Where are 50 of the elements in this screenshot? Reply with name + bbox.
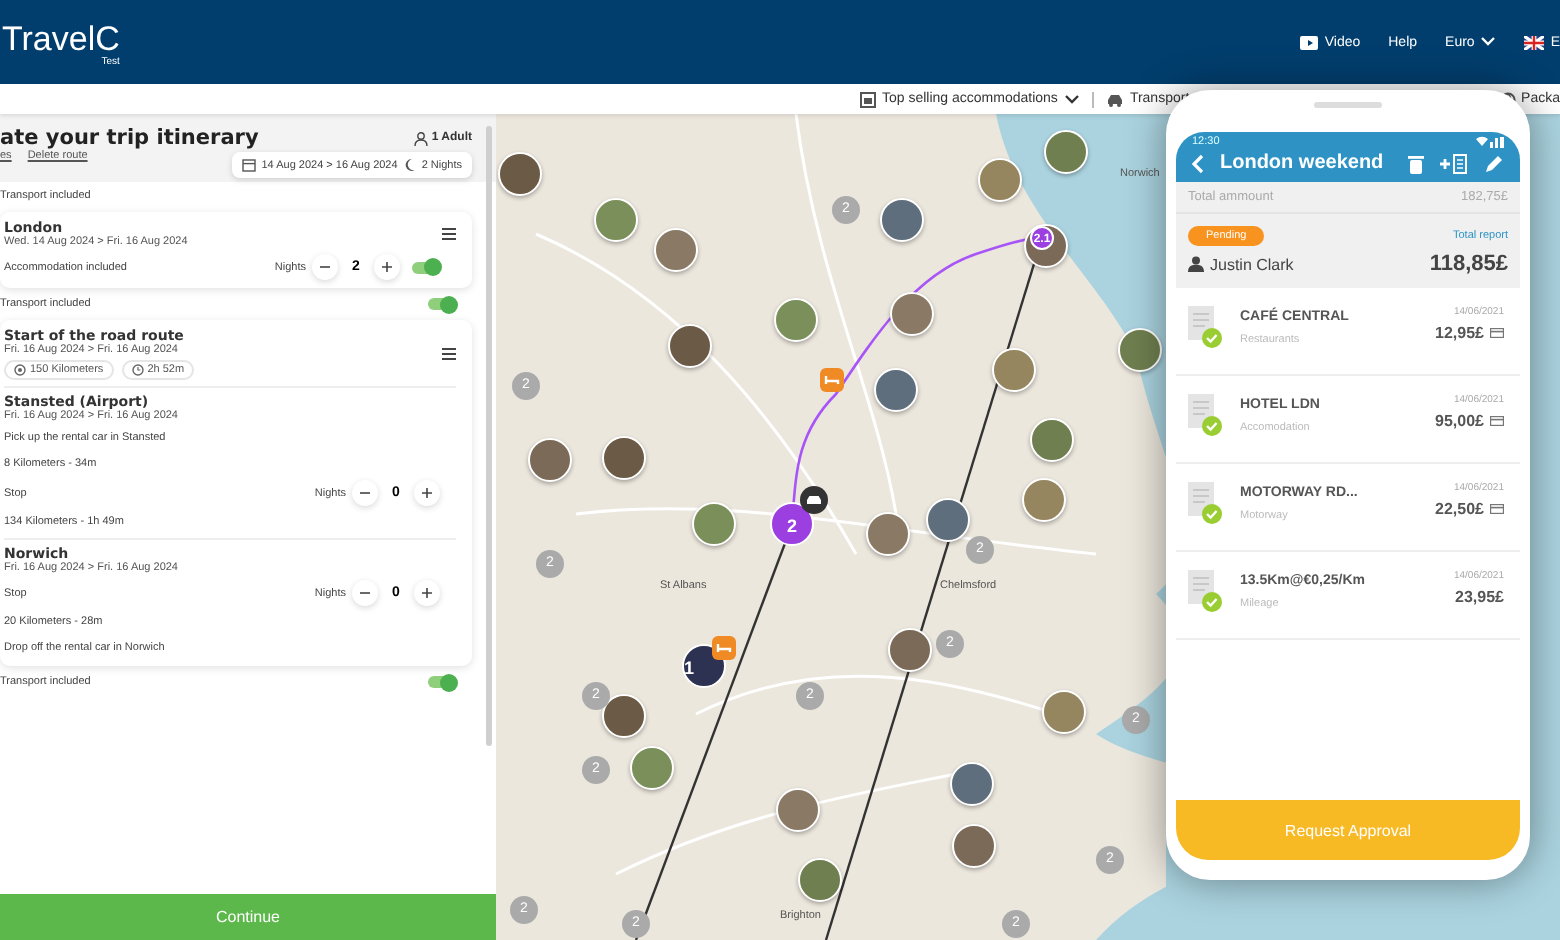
flag-icon: [1524, 35, 1545, 49]
minus-button[interactable]: [352, 480, 378, 506]
back-icon: [1192, 153, 1204, 173]
logo-text: TravelC: [2, 21, 120, 55]
pencil-icon: [1484, 153, 1504, 173]
toggle-switch[interactable]: [428, 676, 456, 688]
add-receipt-icon: [1440, 153, 1468, 173]
report-total: 118,85£: [1429, 252, 1508, 276]
expense-amount: 12,95£: [1435, 324, 1484, 342]
receipt-icon: [1188, 394, 1224, 438]
employee-name: Justin Clark: [1188, 255, 1294, 273]
minus-icon: [360, 588, 370, 598]
plus-button[interactable]: [414, 480, 440, 506]
toggle-switch[interactable]: [412, 261, 440, 273]
plus-icon: [422, 488, 432, 498]
hotel-icon: [712, 636, 736, 660]
video-icon: [1300, 33, 1319, 51]
plus-button[interactable]: [374, 254, 400, 280]
speaker-bar: [1314, 102, 1382, 108]
status-icons: [1476, 136, 1504, 148]
expense-amount: 22,50£: [1435, 500, 1484, 518]
calendar-icon: [241, 158, 256, 172]
receipt-icon: [1188, 482, 1224, 526]
distance-icon: [14, 364, 26, 376]
plus-icon: [422, 588, 432, 598]
minus-icon: [360, 488, 370, 498]
plus-button[interactable]: [414, 580, 440, 606]
minus-icon: [320, 262, 330, 272]
moon-icon: [403, 158, 416, 172]
screen-title: London weekend: [1220, 152, 1386, 174]
scrollbar[interactable]: [486, 126, 492, 746]
trash-icon: [1408, 153, 1424, 173]
plus-icon: [382, 262, 392, 272]
person-icon: [1188, 256, 1204, 272]
expense-amount: 23,95£: [1455, 588, 1504, 606]
expense-amount: 95,00£: [1435, 412, 1484, 430]
caret-icon: [1480, 36, 1497, 48]
person-icon: [413, 131, 428, 145]
receipt-icon: [1188, 306, 1224, 350]
hotel-icon: [820, 368, 844, 392]
bed-icon: [860, 91, 876, 107]
minus-button[interactable]: [312, 254, 338, 280]
receipt-icon: [1188, 570, 1224, 614]
car-icon: [1105, 91, 1124, 107]
clock-icon: [131, 364, 144, 376]
toggle-switch[interactable]: [428, 298, 456, 310]
panel-title: ate your trip itinerary: [0, 126, 259, 150]
map-background[interactable]: [496, 114, 1166, 940]
minus-button[interactable]: [352, 580, 378, 606]
car-icon: [800, 486, 828, 514]
